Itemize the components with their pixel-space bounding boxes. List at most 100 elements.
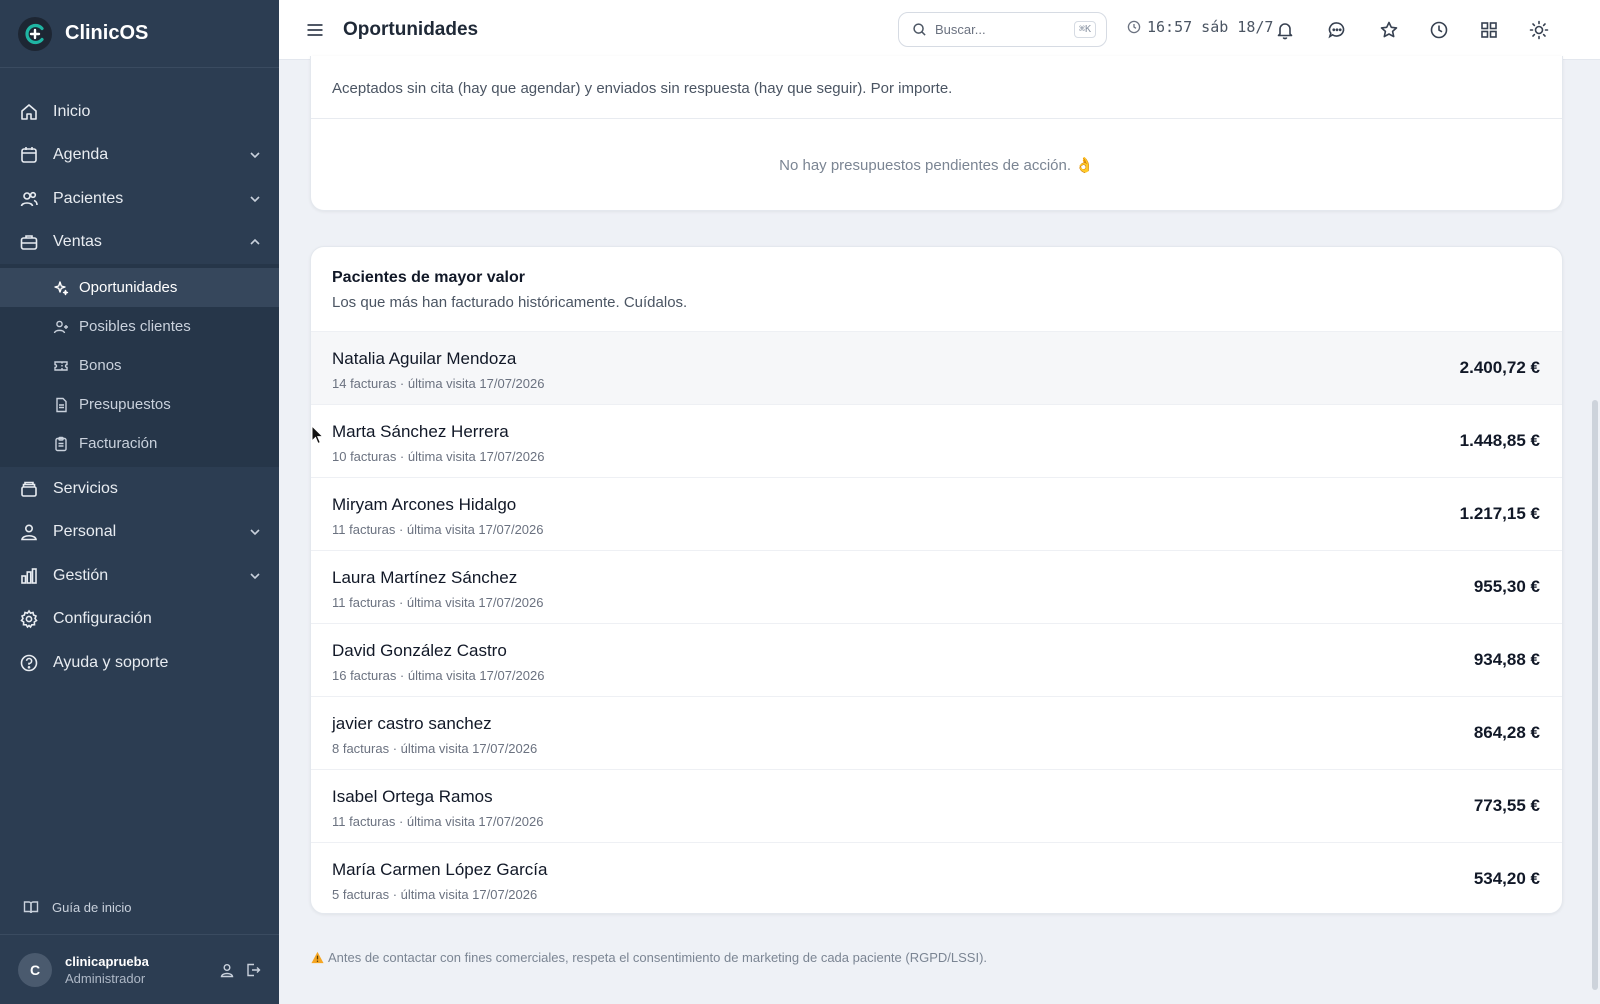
chevron-down-icon[interactable] <box>247 524 263 540</box>
mouse-cursor-icon <box>311 425 325 445</box>
bar-chart-icon <box>18 565 40 587</box>
user-info: clinicaprueba Administrador <box>65 954 213 986</box>
logout-icon[interactable] <box>241 958 265 982</box>
patient-amount: 2.400,72 € <box>1459 358 1540 377</box>
nav-item-pacientes[interactable]: Pacientes <box>0 177 279 221</box>
patient-meta: 8 facturas · última visita 17/07/2026 <box>332 741 538 756</box>
nav-label: Agenda <box>53 146 109 164</box>
empty-state-message: No hay presupuestos pendientes de acción… <box>779 157 1094 174</box>
patients-list: Natalia Aguilar Mendoza 14 facturas · úl… <box>311 331 1562 915</box>
book-icon <box>22 898 40 916</box>
sub-item-posibles-clientes[interactable]: Posibles clientes <box>0 307 279 346</box>
logo-icon <box>18 16 52 51</box>
chat-icon[interactable] <box>1323 16 1351 44</box>
patient-name: Laura Martínez Sánchez <box>332 568 518 587</box>
patient-name: Natalia Aguilar Mendoza <box>332 349 517 368</box>
avatar[interactable]: C <box>18 952 52 987</box>
patient-name: Isabel Ortega Ramos <box>332 787 493 806</box>
scrollbar[interactable] <box>1592 400 1598 990</box>
patient-amount: 1.448,85 € <box>1459 431 1540 450</box>
patient-meta: 11 facturas · última visita 17/07/2026 <box>332 814 544 829</box>
patient-meta: 11 facturas · última visita 17/07/2026 <box>332 595 544 610</box>
user-role: Administrador <box>65 970 146 986</box>
nav-label: Servicios <box>53 479 118 497</box>
sun-icon[interactable] <box>1525 16 1553 44</box>
nav-item-ayuda[interactable]: Ayuda y soporte <box>0 641 279 685</box>
sub-item-oportunidades[interactable]: Oportunidades <box>0 268 279 307</box>
chevron-up-icon[interactable] <box>247 234 263 250</box>
card-subtitle: Los que más han facturado históricamente… <box>332 294 688 311</box>
card-description: Aceptados sin cita (hay que agendar) y e… <box>332 80 953 97</box>
search-shortcut: ⌘K <box>1073 21 1096 38</box>
nav-label: Ventas <box>53 233 102 251</box>
nav-item-inicio[interactable]: Inicio <box>0 90 279 134</box>
list-item[interactable]: Laura Martínez Sánchez 11 facturas · últ… <box>311 550 1562 623</box>
patient-name: javier castro sanchez <box>332 714 492 733</box>
patient-name: Miryam Arcones Hidalgo <box>332 495 517 514</box>
nav-item-servicios[interactable]: Servicios <box>0 467 279 511</box>
nav-label: Configuración <box>53 610 152 628</box>
ventas-subnav: Oportunidades Posibles clientes Bonos Pr… <box>0 264 279 467</box>
patient-meta: 10 facturas · última visita 17/07/2026 <box>332 449 545 464</box>
profile-icon[interactable] <box>215 958 239 982</box>
patient-meta: 16 facturas · última visita 17/07/2026 <box>332 668 545 683</box>
hamburger-icon[interactable] <box>301 16 329 44</box>
app-name: ClinicOS <box>65 22 149 44</box>
search-input[interactable]: Buscar... ⌘K <box>898 12 1107 47</box>
top-patients-card: Pacientes de mayor valor Los que más han… <box>310 246 1563 914</box>
patient-meta: 11 facturas · última visita 17/07/2026 <box>332 522 544 537</box>
patient-amount: 864,28 € <box>1473 723 1540 742</box>
consent-warning: Antes de contactar con fines comerciales… <box>310 950 987 965</box>
sub-item-bonos[interactable]: Bonos <box>0 346 279 385</box>
nav-item-configuracion[interactable]: Configuración <box>0 598 279 642</box>
chevron-down-icon[interactable] <box>247 191 263 207</box>
list-item[interactable]: Isabel Ortega Ramos 11 facturas · última… <box>311 769 1562 842</box>
list-item[interactable]: Natalia Aguilar Mendoza 14 facturas · úl… <box>311 331 1562 404</box>
calendar-icon <box>18 144 40 166</box>
chevron-down-icon[interactable] <box>247 568 263 584</box>
main-nav: Inicio Agenda Pacientes Ventas Oportunid… <box>0 68 279 685</box>
pending-budgets-card: Aceptados sin cita (hay que agendar) y e… <box>310 56 1563 211</box>
card-title: Pacientes de mayor valor <box>332 269 525 286</box>
nav-item-personal[interactable]: Personal <box>0 511 279 555</box>
document-icon <box>52 396 70 414</box>
sub-item-label: Oportunidades <box>79 279 178 296</box>
brand[interactable]: ClinicOS <box>0 0 279 68</box>
history-icon[interactable] <box>1425 16 1453 44</box>
star-icon[interactable] <box>1375 16 1403 44</box>
help-icon <box>18 652 40 674</box>
list-item[interactable]: Miryam Arcones Hidalgo 11 facturas · últ… <box>311 477 1562 550</box>
guide-label: Guía de inicio <box>52 899 132 915</box>
patient-amount: 1.217,15 € <box>1459 504 1540 523</box>
list-item[interactable]: David González Castro 16 facturas · últi… <box>311 623 1562 696</box>
patient-amount: 534,20 € <box>1473 869 1540 888</box>
patient-name: Marta Sánchez Herrera <box>332 422 509 441</box>
sub-item-presupuestos[interactable]: Presupuestos <box>0 385 279 424</box>
list-item[interactable]: Marta Sánchez Herrera 10 facturas · últi… <box>311 404 1562 477</box>
grid-icon[interactable] <box>1475 16 1503 44</box>
topbar: Oportunidades Buscar... ⌘K 16:57 sáb 18/… <box>279 0 1600 60</box>
users-icon <box>18 188 40 210</box>
nav-item-agenda[interactable]: Agenda <box>0 134 279 178</box>
list-item[interactable]: María Carmen López García 5 facturas · ú… <box>311 842 1562 915</box>
bell-icon[interactable] <box>1271 16 1299 44</box>
user-name: clinicaprueba <box>65 953 149 969</box>
patient-amount: 955,30 € <box>1473 577 1540 596</box>
search-icon <box>911 22 927 38</box>
warning-icon <box>310 951 324 965</box>
nav-label: Gestión <box>53 566 109 584</box>
patient-amount: 773,55 € <box>1473 796 1540 815</box>
gear-icon <box>18 608 40 630</box>
nav-item-ventas[interactable]: Ventas <box>0 221 279 265</box>
patient-meta: 14 facturas · última visita 17/07/2026 <box>332 376 545 391</box>
chevron-down-icon[interactable] <box>247 147 263 163</box>
list-item[interactable]: javier castro sanchez 8 facturas · últim… <box>311 696 1562 769</box>
sub-item-facturacion[interactable]: Facturación <box>0 424 279 463</box>
sub-item-label: Bonos <box>79 357 122 374</box>
ticket-icon <box>52 357 70 375</box>
nav-item-gestion[interactable]: Gestión <box>0 554 279 598</box>
divider <box>311 118 1562 119</box>
clock-text: 16:57 sáb 18/7 <box>1147 18 1274 36</box>
consent-warning-text: Antes de contactar con fines comerciales… <box>328 950 988 965</box>
guide-link[interactable]: Guía de inicio <box>0 888 279 926</box>
